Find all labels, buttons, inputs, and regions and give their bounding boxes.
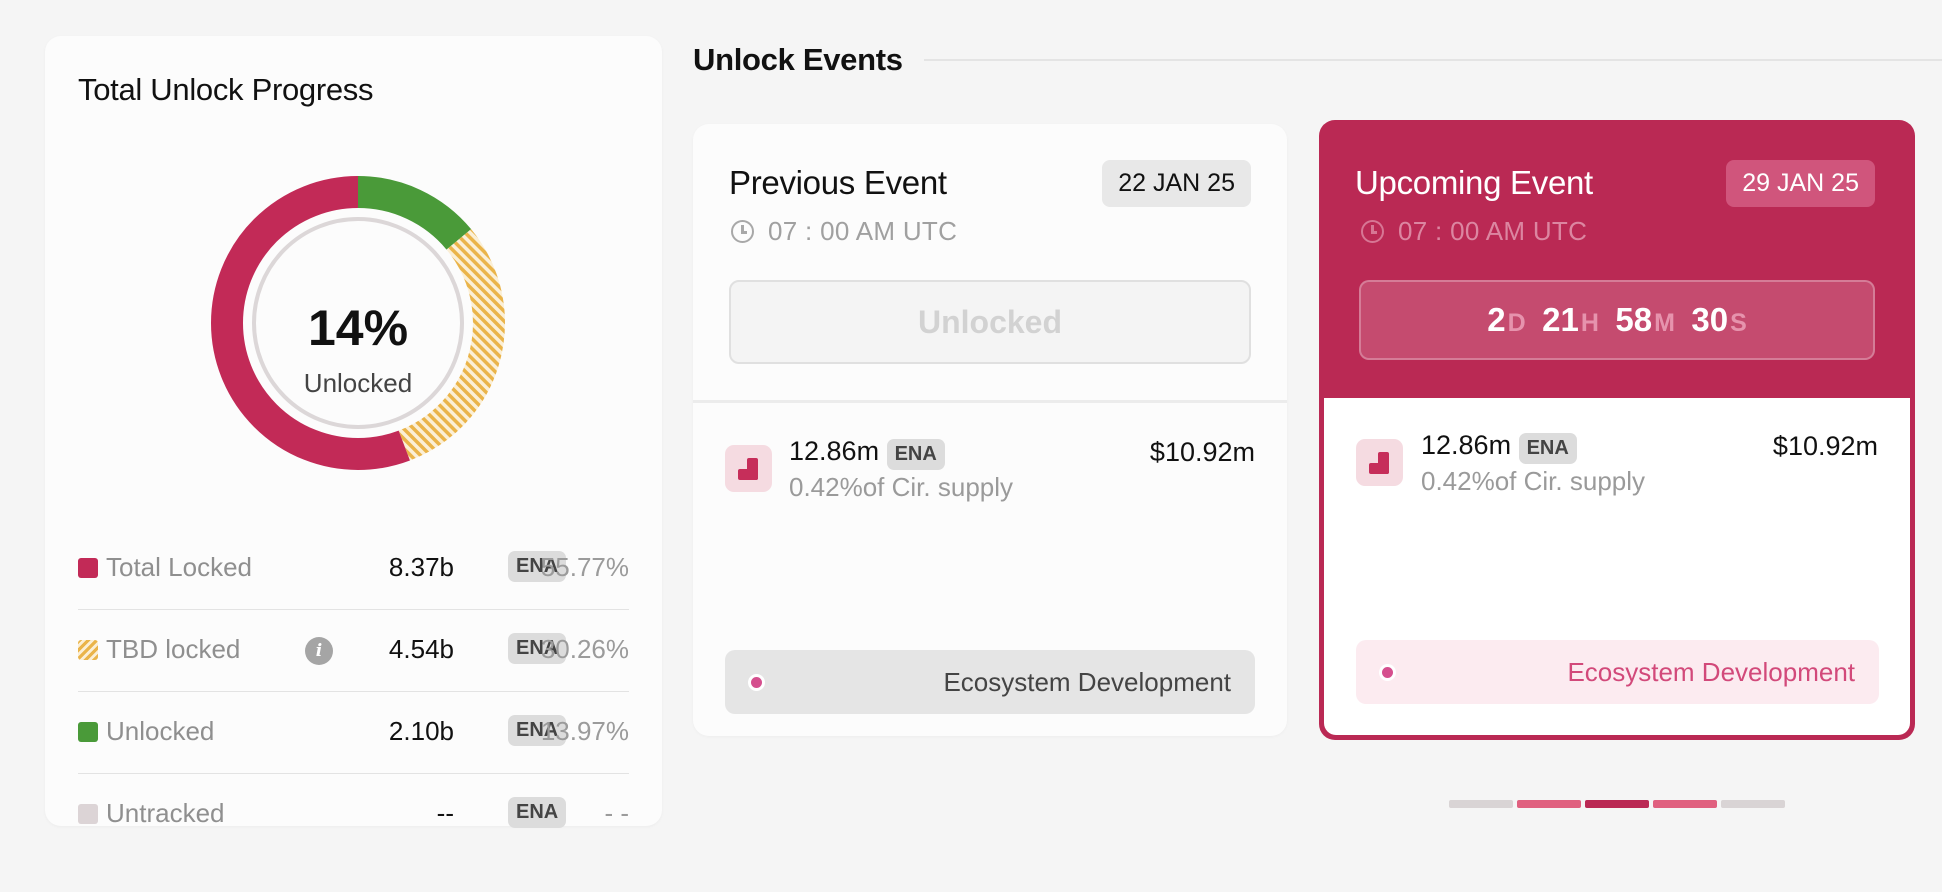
category-dot-icon xyxy=(748,674,765,691)
legend-percent: - - xyxy=(604,798,629,828)
legend-swatch-total-locked xyxy=(78,558,98,578)
allocation-icon xyxy=(1356,439,1403,486)
unlock-events-title: Unlock Events xyxy=(693,42,903,77)
previous-allocation-amount: 12.86m ENA xyxy=(789,436,945,470)
countdown-hours-unit: H xyxy=(1580,309,1599,337)
legend-percent: 55.77% xyxy=(540,552,629,582)
previous-category-label: Ecosystem Development xyxy=(943,667,1231,697)
amount-value: 12.86m xyxy=(789,436,880,466)
upcoming-category-label: Ecosystem Development xyxy=(1567,657,1855,687)
legend-swatch-tbd-locked xyxy=(78,640,98,660)
pager-dot[interactable] xyxy=(1653,800,1717,808)
unlock-events-divider xyxy=(924,59,1942,61)
pager-dot[interactable] xyxy=(1585,800,1649,808)
countdown-seconds: 30 xyxy=(1691,301,1729,338)
legend-swatch-untracked xyxy=(78,804,98,824)
countdown-minutes: 58 xyxy=(1615,301,1653,338)
total-unlock-progress-title: Total Unlock Progress xyxy=(78,72,374,107)
legend-amount: 2.10b xyxy=(388,716,454,746)
allocation-icon xyxy=(725,445,772,492)
token-chip: ENA xyxy=(886,439,945,470)
upcoming-event-date: 29 JAN 25 xyxy=(1726,160,1875,207)
previous-event-separator xyxy=(693,400,1287,403)
donut-center: 14% Unlocked xyxy=(208,173,508,473)
clock-icon xyxy=(731,220,754,243)
countdown-days: 2 xyxy=(1487,301,1506,338)
token-chip: ENA xyxy=(508,797,567,828)
upcoming-allocation-amount: 12.86m ENA xyxy=(1421,430,1577,464)
category-dot-icon xyxy=(1379,664,1396,681)
legend-swatch-unlocked xyxy=(78,722,98,742)
upcoming-event-title: Upcoming Event xyxy=(1355,164,1593,201)
legend-row-unlocked: Unlocked 2.10b ENA 13.97% xyxy=(78,692,629,774)
previous-event-title: Previous Event xyxy=(729,164,947,201)
legend-label: Unlocked xyxy=(106,716,215,746)
upcoming-event-card[interactable]: Upcoming Event 29 JAN 25 07 : 00 AM UTC … xyxy=(1319,120,1915,740)
pager-dot[interactable] xyxy=(1517,800,1581,808)
token-chip: ENA xyxy=(1518,433,1577,464)
legend-label: Untracked xyxy=(106,798,225,828)
countdown-minutes-unit: M xyxy=(1654,309,1675,337)
legend-row-untracked: Untracked -- ENA - - xyxy=(78,774,629,856)
unlocked-percent-label: Unlocked xyxy=(303,368,413,398)
clock-icon xyxy=(1361,220,1384,243)
legend-percent: 13.97% xyxy=(540,716,629,746)
upcoming-allocation-supply: 0.42%of Cir. supply xyxy=(1421,466,1646,496)
previous-event-date: 22 JAN 25 xyxy=(1102,160,1251,207)
total-unlock-progress-card: Total Unlock Progress 14% Unlocked Total… xyxy=(45,36,662,828)
previous-category-bar[interactable]: Ecosystem Development xyxy=(725,650,1255,714)
upcoming-countdown: 2D 21H 58M 30S xyxy=(1359,280,1875,360)
pager-dot[interactable] xyxy=(1449,800,1513,808)
unlock-legend: Total Locked 8.37b ENA 55.77% TBD locked… xyxy=(78,528,629,856)
unlocked-percent: 14% xyxy=(307,300,409,356)
pager-dot[interactable] xyxy=(1721,800,1785,808)
legend-percent: 30.26% xyxy=(540,634,629,664)
countdown-hours: 21 xyxy=(1542,301,1579,338)
upcoming-category-bar[interactable]: Ecosystem Development xyxy=(1356,640,1879,704)
previous-event-time: 07 : 00 AM UTC xyxy=(768,216,958,246)
previous-event-card[interactable]: Previous Event 22 JAN 25 07 : 00 AM UTC … xyxy=(693,124,1287,736)
legend-amount: 8.37b xyxy=(388,552,454,582)
info-icon[interactable]: i xyxy=(305,637,333,665)
legend-label: TBD locked xyxy=(106,634,241,664)
countdown-seconds-unit: S xyxy=(1730,309,1747,337)
previous-allocation-supply: 0.42%of Cir. supply xyxy=(789,472,1014,502)
countdown-days-unit: D xyxy=(1507,309,1526,337)
legend-amount: 4.54b xyxy=(388,634,454,664)
upcoming-event-time: 07 : 00 AM UTC xyxy=(1398,216,1588,246)
upcoming-event-body: 12.86m ENA 0.42%of Cir. supply $10.92m E… xyxy=(1324,398,1910,735)
legend-amount: -- xyxy=(436,798,454,828)
previous-event-status: Unlocked xyxy=(729,280,1251,364)
legend-row-total-locked: Total Locked 8.37b ENA 55.77% xyxy=(78,528,629,610)
amount-value: 12.86m xyxy=(1421,430,1512,460)
legend-row-tbd-locked: TBD locked i 4.54b ENA 30.26% xyxy=(78,610,629,692)
previous-allocation-usd: $10.92m xyxy=(1149,437,1255,467)
upcoming-allocation-usd: $10.92m xyxy=(1772,431,1878,461)
legend-label: Total Locked xyxy=(106,552,252,582)
